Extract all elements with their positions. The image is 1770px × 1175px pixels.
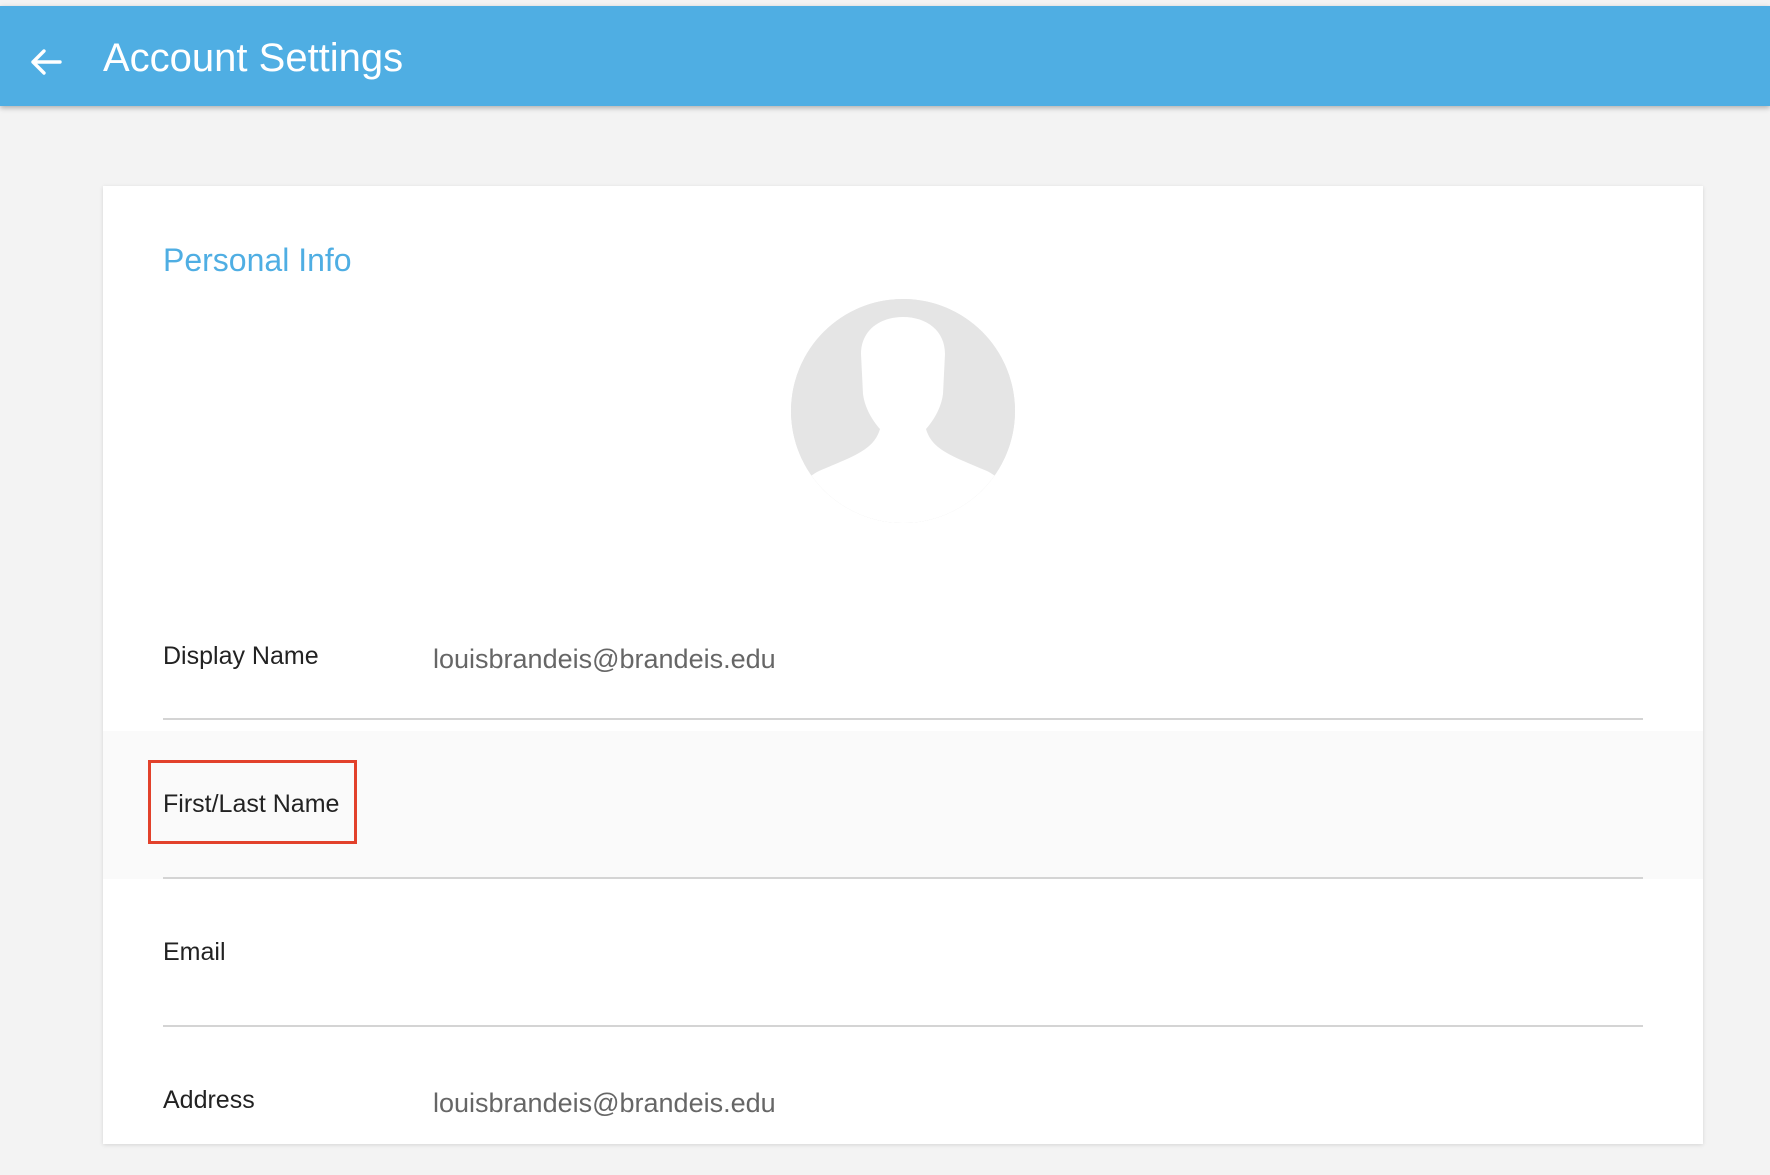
display-name-label: Display Name (163, 642, 319, 670)
display-name-value: louisbrandeis@brandeis.edu (433, 644, 776, 674)
first-last-name-label: First/Last Name (163, 790, 340, 818)
back-button[interactable] (24, 40, 68, 84)
user-silhouette-icon (791, 299, 1015, 523)
section-title: Personal Info (163, 242, 352, 278)
address-value: louisbrandeis@brandeis.edu (433, 1088, 776, 1118)
page-title: Account Settings (103, 36, 404, 80)
field-row-email[interactable]: Email (103, 879, 1703, 1027)
field-row-display-name[interactable]: Display Name louisbrandeis@brandeis.edu (103, 583, 1703, 731)
field-divider (163, 718, 1643, 720)
personal-info-card: Personal Info Display Name louisbrandeis… (103, 186, 1703, 1144)
avatar[interactable] (791, 299, 1015, 523)
field-row-first-last-name[interactable]: First/Last Name (103, 731, 1703, 879)
address-label: Address (163, 1086, 255, 1114)
field-row-address[interactable]: Address louisbrandeis@brandeis.edu (103, 1027, 1703, 1175)
arrow-left-icon (31, 49, 62, 75)
email-label: Email (163, 938, 226, 966)
app-bar: Account Settings (0, 6, 1770, 106)
